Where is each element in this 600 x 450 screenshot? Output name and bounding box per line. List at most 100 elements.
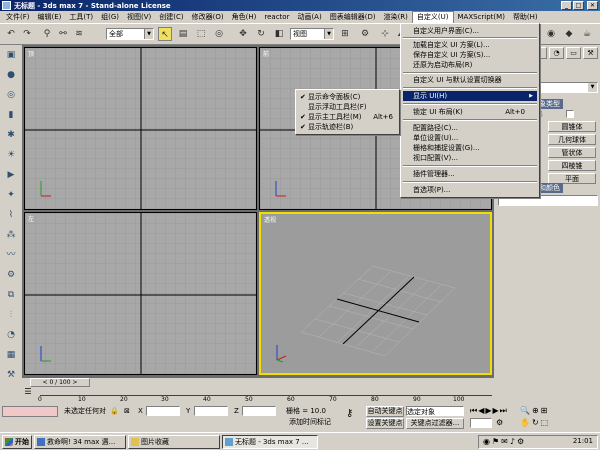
menu-item-revert-startup-layout[interactable]: 还原为启动布局(R): [403, 60, 537, 70]
cone-button[interactable]: 圆锥体: [548, 121, 596, 132]
x-coord-field[interactable]: [146, 406, 180, 416]
viewport-nav-controls-2[interactable]: ✋↻⬚: [520, 418, 550, 428]
menu-item-lock-ui-layout[interactable]: 锁定 UI 布局(K) Alt+0: [403, 107, 537, 117]
selection-filter-dropdown[interactable]: 全部 ▼: [106, 28, 154, 40]
menu-item-show-command-panel[interactable]: ✔ 显示命令面板(C): [298, 92, 397, 102]
modify-icon[interactable]: ⧉: [4, 289, 18, 301]
menu-rendering[interactable]: 渲染(R): [380, 11, 412, 23]
quick-render-icon[interactable]: ☕: [580, 27, 594, 41]
task-item[interactable]: 救命啊! 34 max 遇...: [34, 435, 126, 449]
menu-create[interactable]: 创建(C): [155, 11, 187, 23]
redo-icon[interactable]: ↷: [20, 27, 34, 41]
add-time-tag[interactable]: 添加时间标记: [284, 418, 336, 429]
menu-item-units-setup[interactable]: 单位设置(U)...: [403, 133, 537, 143]
unlink-icon[interactable]: ⚯: [56, 27, 70, 41]
time-config-icon[interactable]: ⚙: [496, 418, 503, 428]
viewport-top[interactable]: 顶: [24, 47, 257, 210]
bind-space-warp-icon[interactable]: ≋: [72, 27, 86, 41]
viewport-label[interactable]: 前: [263, 49, 269, 58]
playback-controls[interactable]: ⏮◀▶▶⏭: [470, 406, 508, 416]
create-sphere-icon[interactable]: ●: [4, 69, 18, 81]
tray-icons[interactable]: ◉⚑✉♪⚙: [483, 437, 526, 446]
menu-edit[interactable]: 编辑(E): [34, 11, 66, 23]
key-filters-button[interactable]: 关键点过滤器...: [406, 418, 464, 429]
menu-item-ui-defaults-switcher[interactable]: 自定义 UI 与默认设置切换器: [403, 75, 537, 85]
minimize-button[interactable]: _: [561, 1, 572, 10]
absolute-mode-icon[interactable]: ⊠: [124, 406, 130, 416]
menu-item-show-main-toolbar[interactable]: ✔ 显示主工具栏(M) Alt+6: [298, 112, 397, 122]
menu-item-grid-snap-settings[interactable]: 栅格和捕捉设置(G)...: [403, 143, 537, 153]
menu-help[interactable]: 帮助(H): [509, 11, 542, 23]
tab-utilities[interactable]: ⚒: [583, 47, 598, 59]
pyramid-button[interactable]: 四棱锥: [548, 160, 596, 171]
menu-item-preferences[interactable]: 首选项(P)...: [403, 185, 537, 195]
create-camera-icon[interactable]: ▶: [4, 169, 18, 181]
close-button[interactable]: ✕: [587, 1, 598, 10]
create-spacewarp-icon[interactable]: 〰: [4, 249, 18, 261]
tab-motion[interactable]: ◔: [549, 47, 564, 59]
menu-maxscript[interactable]: MAXScript(M): [454, 11, 509, 23]
create-particles-icon[interactable]: ⁂: [4, 229, 18, 241]
pivot-icon[interactable]: ⊞: [338, 27, 352, 41]
select-object-icon[interactable]: ↖: [158, 27, 172, 41]
autogrid-checkbox[interactable]: [566, 110, 574, 118]
viewport-label[interactable]: 透视: [264, 215, 276, 224]
z-coord-field[interactable]: [242, 406, 276, 416]
object-category-dropdown[interactable]: ▼: [536, 82, 598, 93]
selected-set-dropdown[interactable]: 选定对象: [406, 406, 464, 416]
hierarchy-icon[interactable]: ⫶: [4, 309, 18, 321]
menu-item-plugin-manager[interactable]: 插件管理器...: [403, 169, 537, 179]
menu-item-show-ui[interactable]: 显示 UI(H) ▶: [403, 91, 537, 101]
material-editor-icon[interactable]: ◉: [544, 27, 558, 41]
menu-item-viewport-config[interactable]: 视口配置(V)...: [403, 153, 537, 163]
rotate-icon[interactable]: ↻: [254, 27, 268, 41]
mini-curve-editor-icon[interactable]: ☰: [22, 387, 34, 405]
viewport-label[interactable]: 左: [28, 214, 34, 223]
menu-group[interactable]: 组(G): [97, 11, 123, 23]
create-torus-icon[interactable]: ◎: [4, 89, 18, 101]
select-manipulate-icon[interactable]: ⚙: [358, 27, 372, 41]
reference-coord-dropdown[interactable]: 视图 ▼: [290, 28, 334, 40]
rollout-name-color[interactable]: 和颜色: [536, 183, 563, 193]
tube-button[interactable]: 管状体: [548, 147, 596, 158]
create-star-icon[interactable]: ✱: [4, 129, 18, 141]
viewport-nav-controls[interactable]: 🔍⊕⊞: [520, 406, 549, 416]
viewport-perspective[interactable]: 透视: [259, 212, 492, 375]
menu-item-save-ui-scheme[interactable]: 保存自定义 UI 方案(S)...: [403, 50, 537, 60]
menu-file[interactable]: 文件(F): [2, 11, 34, 23]
menu-animation[interactable]: 动画(A): [293, 11, 325, 23]
create-light-icon[interactable]: ☀: [4, 149, 18, 161]
geosphere-button[interactable]: 几何球体: [548, 134, 596, 145]
window-crossing-icon[interactable]: ◎: [212, 27, 226, 41]
current-frame-field[interactable]: [470, 418, 492, 428]
y-coord-field[interactable]: [194, 406, 228, 416]
utilities-icon[interactable]: ⚒: [4, 369, 18, 381]
viewport-left[interactable]: 左: [24, 212, 257, 375]
create-system-icon[interactable]: ⚙: [4, 269, 18, 281]
select-and-link-icon[interactable]: ⚲: [40, 27, 54, 41]
time-slider-thumb[interactable]: < 0 / 100 >: [30, 378, 90, 387]
rollout-object-type[interactable]: 象类型: [536, 99, 563, 109]
menu-reactor[interactable]: reactor: [260, 11, 293, 23]
task-item[interactable]: 图片收藏: [128, 435, 220, 449]
create-cylinder-icon[interactable]: ▮: [4, 109, 18, 121]
menu-item-show-track-bar[interactable]: ✔ 显示轨迹栏(B): [298, 122, 397, 132]
start-button[interactable]: 开始: [2, 435, 32, 449]
menu-item-load-ui-scheme[interactable]: 加载自定义 UI 方案(L)...: [403, 40, 537, 50]
menu-modifiers[interactable]: 修改器(O): [188, 11, 228, 23]
menu-customize[interactable]: 自定义(U): [411, 11, 454, 23]
auto-key-button[interactable]: 自动关键点: [366, 406, 404, 417]
set-key-button[interactable]: 设置关键点: [366, 418, 404, 429]
move-icon[interactable]: ✥: [236, 27, 250, 41]
menu-item-customize-ui[interactable]: 自定义用户界面(C)...: [403, 26, 537, 36]
time-slider[interactable]: < 0 / 100 >: [22, 378, 494, 387]
create-box-icon[interactable]: ▣: [4, 49, 18, 61]
task-item-active[interactable]: 无标题 - 3ds max 7 ...: [222, 435, 318, 449]
menu-item-show-floating-toolbars[interactable]: 显示浮动工具栏(F): [298, 102, 397, 112]
key-icon[interactable]: ⚷: [346, 409, 353, 419]
menu-tools[interactable]: 工具(T): [65, 11, 97, 23]
lock-icon[interactable]: 🔒: [110, 406, 119, 416]
menu-character[interactable]: 角色(H): [228, 11, 261, 23]
create-shape-icon[interactable]: ⌇: [4, 209, 18, 221]
create-helper-icon[interactable]: ✦: [4, 189, 18, 201]
